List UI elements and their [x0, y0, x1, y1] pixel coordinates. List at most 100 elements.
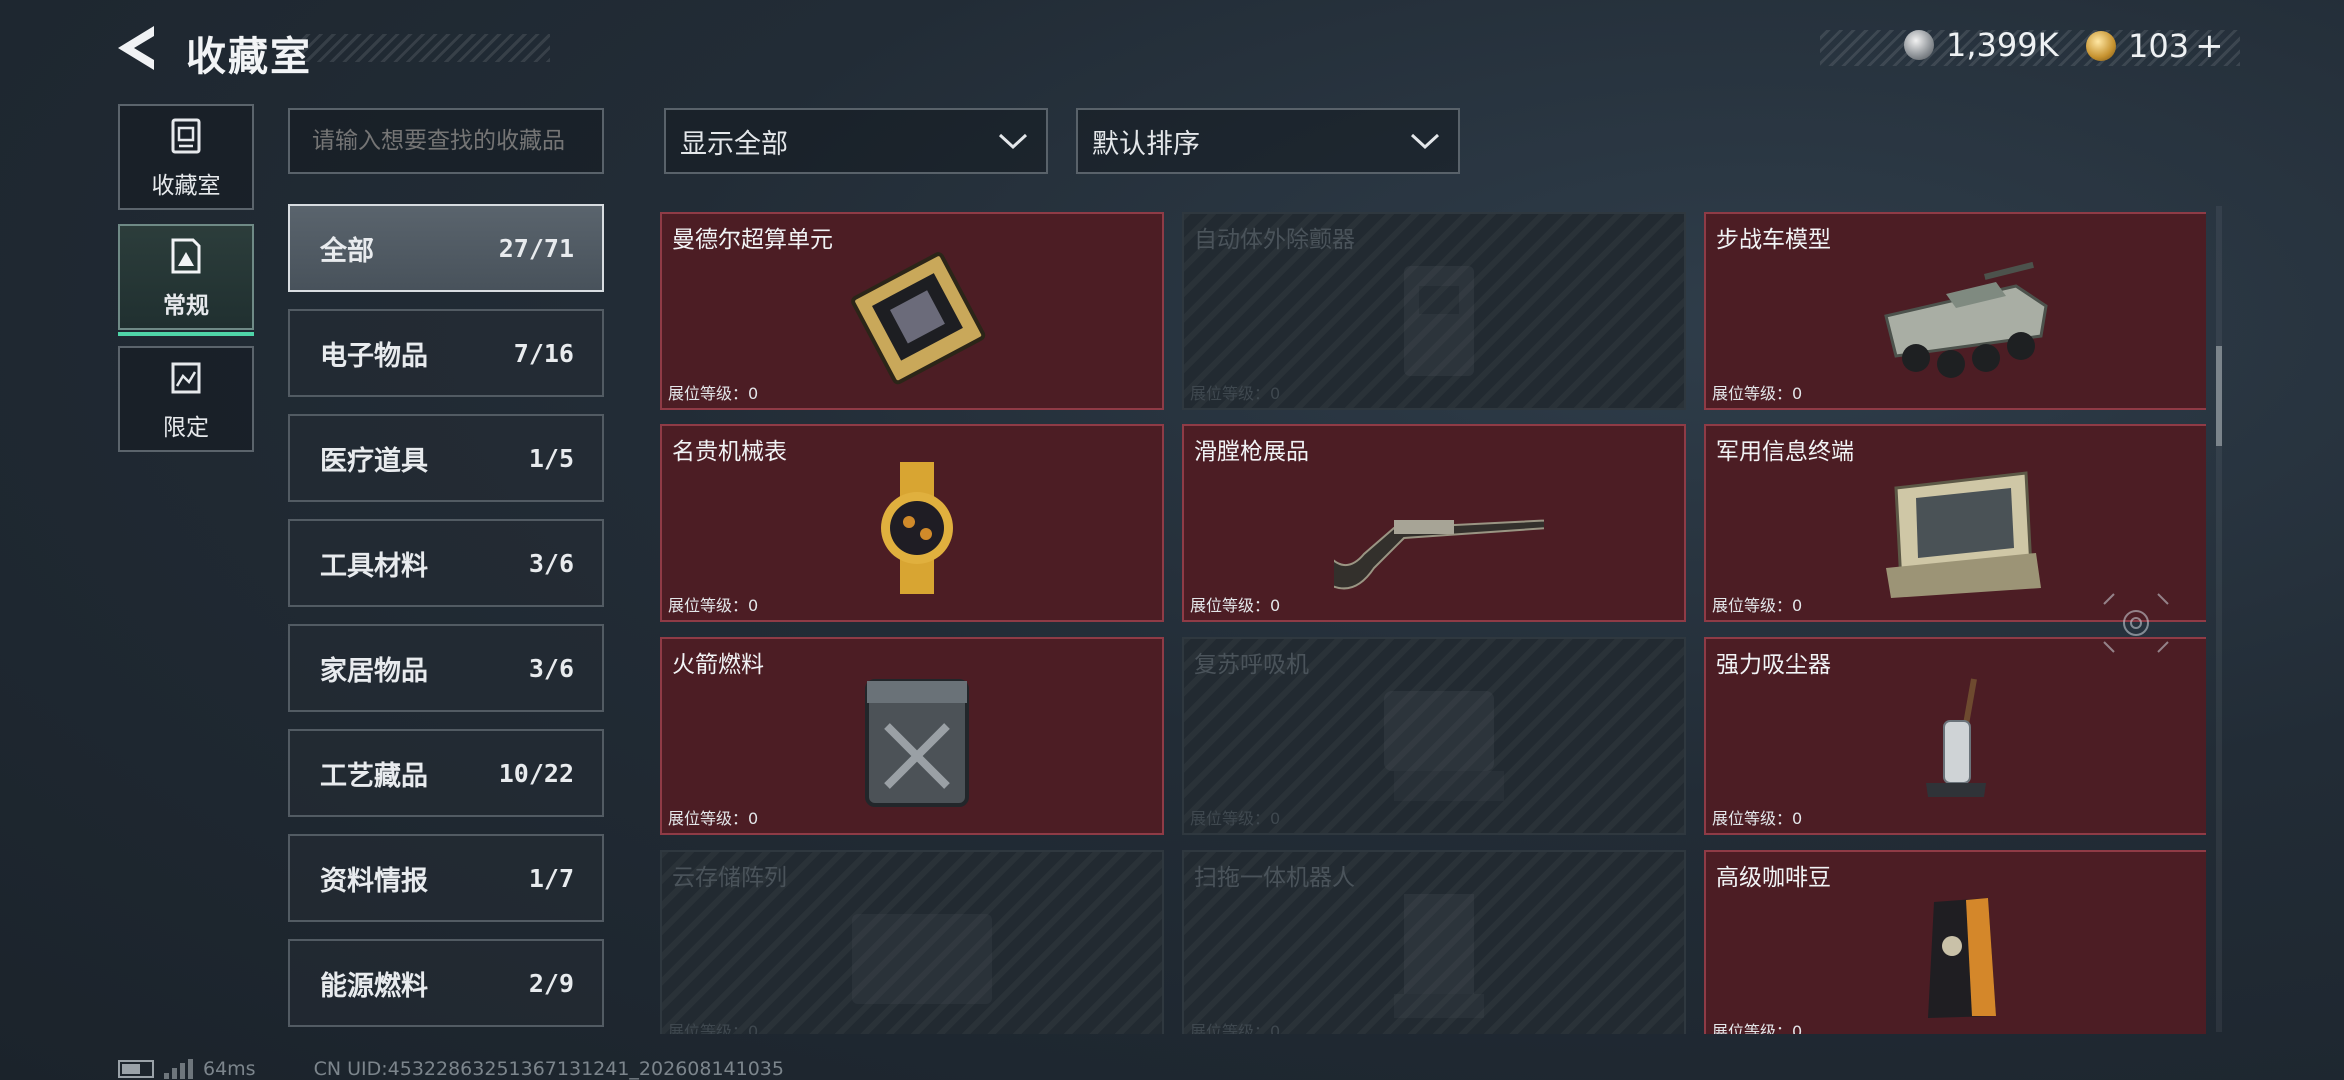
- item-name: 曼德尔超算单元: [672, 227, 833, 253]
- military-terminal-icon: [1886, 471, 2041, 598]
- title-decoration: [300, 34, 550, 62]
- collection-item-card[interactable]: 扫拖一体机器人展位等级：0: [1182, 850, 1686, 1034]
- gold-currency-value: 103: [2128, 27, 2190, 65]
- item-level: 展位等级：0: [1712, 1022, 1803, 1034]
- item-name: 高级咖啡豆: [1716, 865, 1831, 891]
- collection-item-card[interactable]: 曼德尔超算单元 展位等级：0: [660, 212, 1164, 410]
- page-title: 收藏室: [186, 34, 312, 80]
- gold-currency[interactable]: 103 +: [2086, 26, 2224, 66]
- item-name: 强力吸尘器: [1716, 652, 1831, 678]
- status-bar: 64ms CN UID:4532286325136713124​1_202608…: [118, 1058, 784, 1080]
- item-level: 展位等级：0: [1190, 384, 1281, 403]
- category-item[interactable]: 工艺藏品 10/22: [288, 729, 604, 817]
- category-label: 工具材料: [320, 550, 428, 582]
- ventilator-icon: [1384, 691, 1504, 801]
- category-count: 27/71: [498, 233, 574, 263]
- collection-room-icon: [171, 118, 201, 154]
- coffee-beans-icon: [1928, 898, 1996, 1018]
- category-label: 工艺藏品: [320, 760, 428, 792]
- item-name: 步战车模型: [1716, 227, 1831, 253]
- chevron-down-icon: [998, 133, 1028, 150]
- collection-item-card[interactable]: 高级咖啡豆展位等级：0: [1704, 850, 2206, 1034]
- display-filter-dropdown[interactable]: 显示全部: [664, 108, 1048, 174]
- item-name: 复苏呼吸机: [1194, 652, 1309, 678]
- category-count: 10/22: [498, 758, 574, 788]
- item-name: 云存储阵列: [672, 865, 787, 891]
- nav-regular[interactable]: 常规: [118, 224, 254, 336]
- silver-coin-icon: [1904, 30, 1934, 60]
- category-item[interactable]: 家居物品 3/6: [288, 624, 604, 712]
- category-label: 家居物品: [320, 655, 428, 687]
- item-level: 展位等级：0: [1712, 809, 1803, 828]
- luxury-watch-icon: [881, 462, 953, 594]
- back-icon[interactable]: [114, 24, 160, 72]
- grid-scrollbar[interactable]: [2216, 206, 2222, 1032]
- category-label: 医疗道具: [320, 445, 428, 477]
- category-label: 资料情报: [320, 865, 428, 897]
- defibrillator-icon: [1404, 266, 1474, 376]
- item-name: 扫拖一体机器人: [1194, 865, 1355, 891]
- sort-value: 默认排序: [1092, 128, 1200, 160]
- category-label: 全部: [320, 235, 374, 267]
- item-level: 展位等级：0: [1190, 1022, 1281, 1034]
- category-item[interactable]: 工具材料 3/6: [288, 519, 604, 607]
- category-item[interactable]: 能源燃料 2/9: [288, 939, 604, 1027]
- category-label: 能源燃料: [320, 970, 428, 1002]
- silver-currency-value: 1,399K: [1946, 26, 2059, 64]
- crosshair-icon: [2103, 593, 2169, 653]
- robot-mop-icon: [1394, 894, 1484, 1018]
- collection-item-card[interactable]: 云存储阵列展位等级：0: [660, 850, 1164, 1034]
- item-level: 展位等级：0: [668, 809, 759, 828]
- musket-icon: [1334, 519, 1544, 590]
- item-level: 展位等级：0: [1712, 596, 1803, 615]
- collection-item-card[interactable]: 名贵机械表 展位等级：0: [660, 424, 1164, 622]
- add-currency-button[interactable]: +: [2195, 26, 2224, 66]
- nav-regular-label: 常规: [163, 293, 209, 319]
- limited-icon: [171, 362, 201, 394]
- item-level: 展位等级：0: [668, 1022, 759, 1034]
- category-count: 3/6: [528, 548, 574, 578]
- uid-text: CN UID:4532286325136713124​1_20260814103…: [313, 1058, 784, 1080]
- search-input[interactable]: [288, 108, 604, 174]
- nav-limited[interactable]: 限定: [118, 346, 254, 452]
- collection-item-card[interactable]: 步战车模型展位等级：0: [1704, 212, 2206, 410]
- collection-grid: 曼德尔超算单元 展位等级：0 自动体外除颤器 展位等级：0 步战车模型 展位等级：0 名贵机…: [660, 212, 2206, 1034]
- display-filter-value: 显示全部: [680, 128, 788, 160]
- category-count: 2/9: [528, 968, 574, 998]
- category-item[interactable]: 医疗道具 1/5: [288, 414, 604, 502]
- nav-selected-indicator: [118, 332, 254, 336]
- item-name: 火箭燃料: [672, 652, 764, 678]
- category-item[interactable]: 资料情报 1/7: [288, 834, 604, 922]
- category-label: 电子物品: [320, 340, 428, 372]
- fuel-can-icon: [865, 679, 969, 807]
- silver-currency: 1,399K: [1904, 26, 2059, 64]
- collection-item-card[interactable]: 火箭燃料展位等级：0: [660, 637, 1164, 835]
- item-level: 展位等级：0: [1712, 384, 1803, 403]
- category-count: 7/16: [513, 338, 574, 368]
- signal-icon: [164, 1059, 193, 1079]
- latency-text: 64ms: [203, 1058, 256, 1080]
- item-level: 展位等级：0: [668, 596, 759, 615]
- gold-coin-icon: [2086, 31, 2116, 61]
- chevron-down-icon: [1410, 133, 1440, 150]
- sort-dropdown[interactable]: 默认排序: [1076, 108, 1460, 174]
- category-item[interactable]: 全部 27/71: [288, 204, 604, 292]
- regular-icon: [171, 238, 201, 274]
- computing-unit-icon: [851, 252, 986, 385]
- category-count: 1/5: [528, 443, 574, 473]
- category-count: 1/7: [528, 863, 574, 893]
- collection-item-card[interactable]: 自动体外除颤器展位等级：0: [1182, 212, 1686, 410]
- scrollbar-thumb[interactable]: [2216, 346, 2222, 446]
- ifv-model-icon: [1884, 261, 2048, 378]
- battery-icon: [118, 1060, 154, 1078]
- collection-item-card[interactable]: 滑膛枪展品 展位等级：0: [1182, 424, 1686, 622]
- item-level: 展位等级：0: [1190, 596, 1281, 615]
- nav-collection-room[interactable]: 收藏室: [118, 104, 254, 210]
- item-level: 展位等级：0: [1190, 809, 1281, 828]
- item-name: 自动体外除颤器: [1194, 227, 1355, 253]
- category-item[interactable]: 电子物品 7/16: [288, 309, 604, 397]
- collection-item-card[interactable]: 强力吸尘器展位等级：0: [1704, 637, 2206, 835]
- item-name: 军用信息终端: [1716, 439, 1854, 465]
- nav-collection-room-label: 收藏室: [151, 173, 221, 199]
- collection-item-card[interactable]: 复苏呼吸机展位等级：0: [1182, 637, 1686, 835]
